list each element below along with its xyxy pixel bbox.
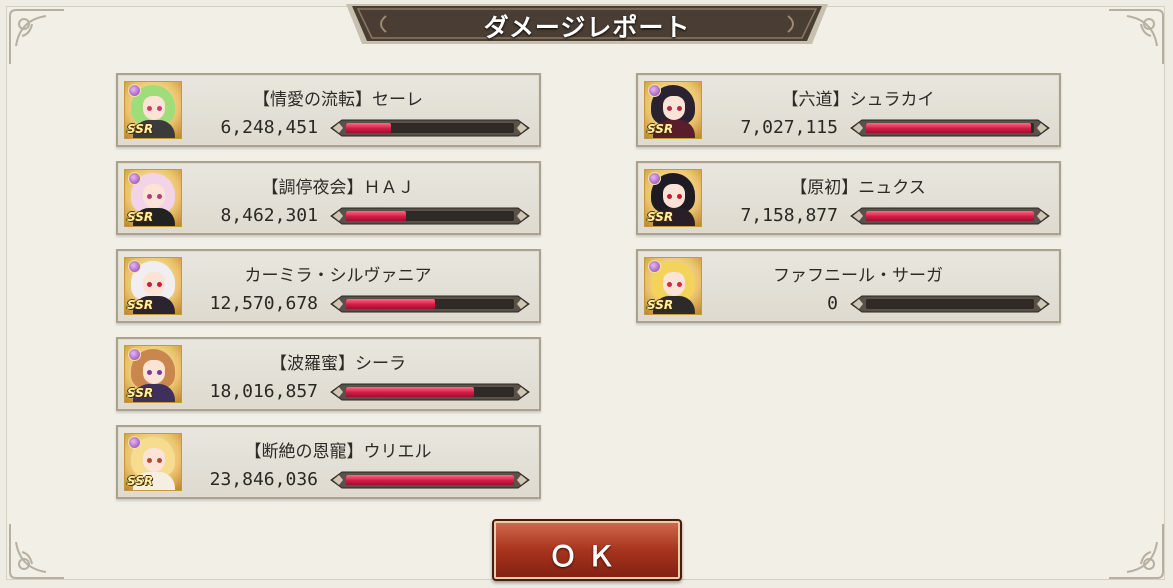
title-plate: ダメージレポート (346, 0, 828, 48)
character-portrait: SSR (124, 257, 182, 315)
rarity-badge: SSR (127, 474, 154, 488)
damage-bar-fill (346, 123, 392, 133)
portrait-eye (147, 370, 152, 375)
damage-bar (850, 295, 1050, 313)
damage-bar-fill (866, 123, 1031, 133)
character-name: 【原初】ニュクス (790, 178, 926, 198)
damage-bar (850, 119, 1050, 137)
damage-value: 8,462,301 (220, 205, 318, 226)
damage-bar (330, 295, 530, 313)
damage-bar-track (346, 211, 514, 221)
ok-button-label: ＯＫ (548, 540, 625, 573)
portrait-eye (147, 458, 152, 463)
damage-bar-fill (346, 387, 474, 397)
rarity-gem-icon (648, 260, 661, 273)
rarity-badge: SSR (647, 122, 674, 136)
rarity-gem-icon (128, 436, 141, 449)
damage-bar (330, 471, 530, 489)
character-card: SSR 【六道】シュラカイ 7,027,115 (636, 73, 1061, 147)
character-card: SSR 【原初】ニュクス 7,158,877 (636, 161, 1061, 235)
damage-bar-fill (866, 211, 1034, 221)
rarity-badge: SSR (127, 210, 154, 224)
damage-bar-track (346, 299, 514, 309)
damage-bar (850, 207, 1050, 225)
rarity-gem-icon (648, 84, 661, 97)
character-portrait: SSR (644, 169, 702, 227)
damage-bar-fill (346, 211, 407, 221)
portrait-eye (157, 458, 162, 463)
portrait-eye (667, 106, 672, 111)
character-card: SSR 【情愛の流転】セーレ 6,248,451 (116, 73, 541, 147)
rarity-badge: SSR (127, 122, 154, 136)
portrait-eye (677, 106, 682, 111)
character-portrait: SSR (644, 81, 702, 139)
damage-value: 7,158,877 (740, 205, 838, 226)
corner-ornament-icon (1105, 520, 1167, 582)
damage-value: 12,570,678 (209, 293, 318, 314)
character-card: SSR ファフニール・サーガ 0 (636, 249, 1061, 323)
damage-bar-track (866, 299, 1034, 309)
rarity-badge: SSR (127, 298, 154, 312)
damage-value: 0 (827, 293, 838, 314)
rarity-gem-icon (128, 84, 141, 97)
character-card: SSR 【波羅蜜】シーラ 18,016,857 (116, 337, 541, 411)
portrait-eye (157, 282, 162, 287)
character-name: 【情愛の流転】セーレ (253, 90, 423, 110)
rarity-gem-icon (648, 172, 661, 185)
damage-value: 23,846,036 (209, 469, 318, 490)
damage-value: 6,248,451 (220, 117, 318, 138)
portrait-eye (147, 282, 152, 287)
character-name: 【断絶の恩寵】ウリエル (244, 442, 432, 462)
portrait-eye (677, 194, 682, 199)
damage-bar-track (346, 123, 514, 133)
ok-button[interactable]: ＯＫ (492, 519, 682, 581)
portrait-eye (157, 106, 162, 111)
portrait-eye (677, 282, 682, 287)
character-portrait: SSR (124, 81, 182, 139)
damage-bar-track (346, 475, 514, 485)
portrait-eye (157, 370, 162, 375)
rarity-badge: SSR (647, 298, 674, 312)
character-portrait: SSR (124, 345, 182, 403)
dialog-title: ダメージレポート (483, 13, 691, 42)
character-card: SSR カーミラ・シルヴァニア 12,570,678 (116, 249, 541, 323)
portrait-eye (147, 106, 152, 111)
character-card: SSR 【調停夜会】ＨＡＪ 8,462,301 (116, 161, 541, 235)
damage-bar-fill (346, 299, 436, 309)
character-name: 【調停夜会】ＨＡＪ (261, 178, 415, 198)
character-portrait: SSR (644, 257, 702, 315)
damage-bar (330, 207, 530, 225)
corner-ornament-icon (6, 6, 68, 68)
damage-value: 7,027,115 (740, 117, 838, 138)
damage-bar-track (866, 211, 1034, 221)
rarity-badge: SSR (647, 210, 674, 224)
portrait-eye (667, 282, 672, 287)
character-name: 【六道】シュラカイ (781, 90, 935, 110)
damage-bar-fill (346, 475, 514, 485)
damage-bar (330, 119, 530, 137)
damage-bar-track (866, 123, 1034, 133)
character-name: 【波羅蜜】シーラ (270, 354, 406, 374)
portrait-eye (157, 194, 162, 199)
rarity-gem-icon (128, 348, 141, 361)
damage-bar (330, 383, 530, 401)
character-portrait: SSR (124, 433, 182, 491)
rarity-gem-icon (128, 172, 141, 185)
damage-value: 18,016,857 (209, 381, 318, 402)
character-name: カーミラ・シルヴァニア (244, 266, 432, 286)
character-name: ファフニール・サーガ (773, 266, 943, 286)
character-portrait: SSR (124, 169, 182, 227)
portrait-eye (147, 194, 152, 199)
character-card: SSR 【断絶の恩寵】ウリエル 23,846,036 (116, 425, 541, 499)
damage-bar-track (346, 387, 514, 397)
corner-ornament-icon (6, 520, 68, 582)
corner-ornament-icon (1105, 6, 1167, 68)
rarity-badge: SSR (127, 386, 154, 400)
rarity-gem-icon (128, 260, 141, 273)
portrait-eye (667, 194, 672, 199)
